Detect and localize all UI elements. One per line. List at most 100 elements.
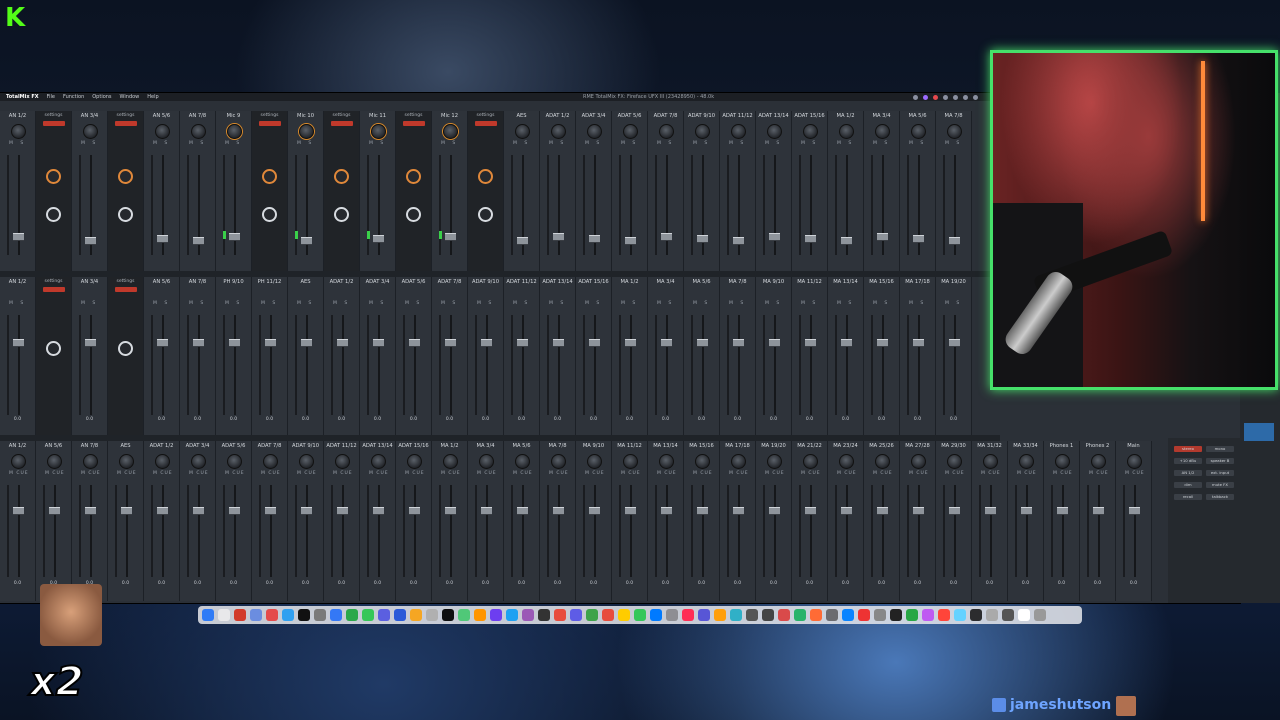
control-room-button[interactable]: ext. input [1206, 470, 1234, 476]
mute-solo-buttons[interactable]: M S [549, 141, 566, 146]
fader-handle[interactable] [769, 507, 780, 515]
send-knob[interactable] [478, 207, 493, 222]
dock-app-icon[interactable] [250, 609, 262, 621]
dock-app-icon[interactable] [1034, 609, 1046, 621]
dock-app-icon[interactable] [922, 609, 934, 621]
fader-handle[interactable] [85, 507, 96, 515]
dock-app-icon[interactable] [1002, 609, 1014, 621]
fader-handle[interactable] [193, 237, 204, 245]
fader-handle[interactable] [985, 507, 996, 515]
fader-handle[interactable] [193, 339, 204, 347]
mute-cue-buttons[interactable]: M CUE [765, 471, 785, 476]
fader-handle[interactable] [373, 507, 384, 515]
pan-knob[interactable] [47, 454, 62, 469]
fader-handle[interactable] [733, 237, 744, 245]
send-knob[interactable] [46, 207, 61, 222]
mute-cue-buttons[interactable]: M CUE [441, 471, 461, 476]
fader-handle[interactable] [805, 507, 816, 515]
mute-solo-buttons[interactable]: M S [729, 141, 746, 146]
fader-handle[interactable] [157, 507, 168, 515]
fader-handle[interactable] [337, 507, 348, 515]
fader-handle[interactable] [373, 235, 384, 243]
control-room-button[interactable]: mono [1206, 446, 1234, 452]
pan-knob[interactable] [119, 454, 134, 469]
mute-cue-buttons[interactable]: M CUE [1053, 471, 1073, 476]
mute-cue-buttons[interactable]: M CUE [873, 471, 893, 476]
mute-solo-buttons[interactable]: M S [153, 141, 170, 146]
mute-solo-buttons[interactable]: M S [333, 301, 350, 306]
fader-handle[interactable] [517, 507, 528, 515]
control-room-button[interactable]: AN 1/2 [1174, 470, 1202, 476]
pan-knob[interactable] [803, 124, 818, 139]
dock-app-icon[interactable] [874, 609, 886, 621]
mute-solo-buttons[interactable]: M S [441, 301, 458, 306]
pan-knob[interactable] [11, 124, 26, 139]
mute-cue-buttons[interactable]: M CUE [837, 471, 857, 476]
dock-app-icon[interactable] [794, 609, 806, 621]
fader-handle[interactable] [553, 233, 564, 241]
mute-solo-buttons[interactable]: M S [801, 141, 818, 146]
fader-handle[interactable] [625, 237, 636, 245]
control-room-button[interactable]: mute FX [1206, 482, 1234, 488]
mute-solo-buttons[interactable]: M S [9, 141, 26, 146]
dock-app-icon[interactable] [410, 609, 422, 621]
fader-handle[interactable] [697, 507, 708, 515]
dock-app-icon[interactable] [890, 609, 902, 621]
mute-cue-buttons[interactable]: M CUE [117, 471, 137, 476]
fader-handle[interactable] [841, 507, 852, 515]
dock-app-icon[interactable] [858, 609, 870, 621]
mute-solo-buttons[interactable]: M S [873, 141, 890, 146]
pan-knob[interactable] [731, 124, 746, 139]
pan-knob[interactable] [695, 124, 710, 139]
stereo-button[interactable] [259, 121, 281, 126]
dock-app-icon[interactable] [810, 609, 822, 621]
mute-cue-buttons[interactable]: M CUE [621, 471, 641, 476]
dock-app-icon[interactable] [346, 609, 358, 621]
dock-app-icon[interactable] [522, 609, 534, 621]
fader-handle[interactable] [913, 235, 924, 243]
stereo-button[interactable] [475, 121, 497, 126]
fader-handle[interactable] [445, 507, 456, 515]
fader-handle[interactable] [841, 237, 852, 245]
send-knob[interactable] [118, 207, 133, 222]
pan-knob[interactable] [227, 124, 242, 139]
dock-app-icon[interactable] [906, 609, 918, 621]
pan-knob[interactable] [299, 124, 314, 139]
mute-cue-buttons[interactable]: M CUE [909, 471, 929, 476]
fader-handle[interactable] [49, 507, 60, 515]
mute-solo-buttons[interactable]: M S [369, 301, 386, 306]
mute-solo-buttons[interactable]: M S [261, 301, 278, 306]
fader-handle[interactable] [193, 507, 204, 515]
mute-solo-buttons[interactable]: M S [585, 141, 602, 146]
dock-app-icon[interactable] [842, 609, 854, 621]
dock-app-icon[interactable] [330, 609, 342, 621]
menu-options[interactable]: Options [92, 94, 111, 100]
dock-app-icon[interactable] [826, 609, 838, 621]
mute-solo-buttons[interactable]: M S [585, 301, 602, 306]
dock-app-icon[interactable] [634, 609, 646, 621]
fader-handle[interactable] [481, 339, 492, 347]
pan-knob[interactable] [191, 124, 206, 139]
send-knob[interactable] [262, 207, 277, 222]
control-room-button[interactable]: speaker B [1206, 458, 1234, 464]
gain-knob[interactable] [334, 169, 349, 184]
pan-knob[interactable] [911, 454, 926, 469]
send-knob[interactable] [406, 207, 421, 222]
pan-knob[interactable] [1019, 454, 1034, 469]
mute-solo-buttons[interactable]: M S [549, 301, 566, 306]
gain-knob[interactable] [46, 169, 61, 184]
fader-handle[interactable] [121, 507, 132, 515]
mute-solo-buttons[interactable]: M S [657, 301, 674, 306]
pan-knob[interactable] [1091, 454, 1106, 469]
pan-knob[interactable] [803, 454, 818, 469]
dock-app-icon[interactable] [234, 609, 246, 621]
fader-handle[interactable] [625, 507, 636, 515]
dock-app-icon[interactable] [218, 609, 230, 621]
dock-app-icon[interactable] [490, 609, 502, 621]
fader-handle[interactable] [157, 235, 168, 243]
mute-solo-buttons[interactable]: M S [297, 141, 314, 146]
mute-cue-buttons[interactable]: M CUE [189, 471, 209, 476]
dock-app-icon[interactable] [970, 609, 982, 621]
fader-handle[interactable] [517, 339, 528, 347]
mute-solo-buttons[interactable]: M S [909, 141, 926, 146]
